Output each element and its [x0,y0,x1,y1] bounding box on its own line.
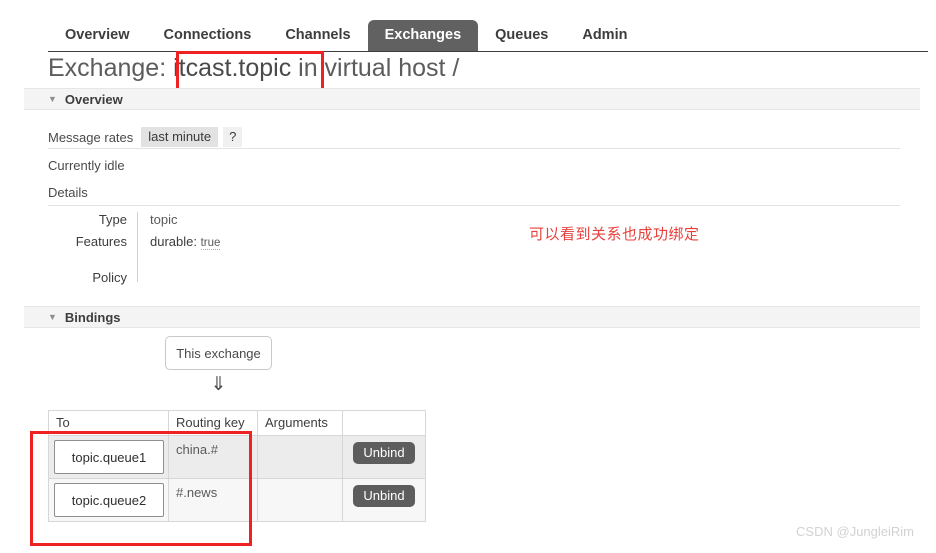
queue-link-topic-queue2[interactable]: topic.queue2 [54,483,164,517]
tab-admin[interactable]: Admin [565,20,644,51]
binding-routing-key-cell: china.# [168,435,258,479]
binding-routing-key-cell: #.news [168,478,258,522]
tab-queues[interactable]: Queues [478,20,565,51]
tab-exchanges[interactable]: Exchanges [367,20,479,51]
page-title: Exchange: itcast.topic in virtual host / [48,52,459,84]
column-header-routing-key: Routing key [168,410,258,436]
feature-value-durable: true [200,237,221,250]
tab-list: Overview Connections Channels Exchanges … [48,20,644,51]
rate-period-selector[interactable]: last minute [141,127,219,147]
message-rates-divider [48,148,900,149]
section-header-overview[interactable]: ▼ Overview [24,88,920,110]
binding-to-cell: topic.queue1 [48,435,169,479]
binding-to-cell: topic.queue2 [48,478,169,522]
routing-key-value: #.news [176,485,218,500]
double-down-arrow-icon: ⇓ [210,374,227,395]
table-row: topic.queue1 china.# Unbind [48,435,426,479]
details-divider [48,205,900,206]
section-header-overview-label: Overview [64,91,123,107]
details-row-policy: Policy [48,256,348,285]
page-title-prefix: Exchange: [48,54,167,82]
table-row: topic.queue2 #.news Unbind [48,478,426,522]
queue-link-topic-queue1[interactable]: topic.queue1 [54,440,164,474]
binding-action-cell: Unbind [342,435,426,479]
feature-name-durable: durable: [150,234,197,249]
unbind-button[interactable]: Unbind [353,485,415,507]
details-key-type: Type [98,212,127,227]
exchange-name: itcast.topic [173,54,292,82]
message-rates-row: Message rates last minute ? [48,127,243,147]
column-header-arguments: Arguments [257,410,343,436]
this-exchange-node[interactable]: This exchange [165,336,272,370]
section-header-bindings-label: Bindings [64,309,121,325]
section-header-bindings[interactable]: ▼ Bindings [24,306,920,328]
details-label: Details [48,185,88,200]
chevron-down-icon: ▼ [48,311,57,322]
message-rates-label: Message rates [48,129,134,145]
help-icon[interactable]: ? [223,127,243,147]
bindings-table-header-row: To Routing key Arguments [48,410,426,436]
main-navigation-bar: Overview Connections Channels Exchanges … [0,0,936,52]
tab-channels[interactable]: Channels [268,20,367,51]
routing-key-value: china.# [176,442,218,457]
details-key-features: Features [75,234,127,249]
column-header-actions [342,410,426,436]
tab-connections[interactable]: Connections [147,20,269,51]
details-value-policy [137,256,348,282]
details-key-policy: Policy [92,270,127,285]
details-row-features: Features durable: true [48,234,348,256]
column-header-to: To [48,410,169,436]
annotation-note-text: 可以看到关系也成功绑定 [529,225,700,243]
details-value-features: durable: true [137,234,348,256]
tab-overview[interactable]: Overview [48,20,147,51]
binding-arguments-cell [257,478,343,522]
page-title-suffix: in virtual host / [298,54,460,82]
binding-arguments-cell [257,435,343,479]
details-value-type: topic [137,212,348,234]
details-list: Type topic Features durable: true Policy [48,212,348,285]
binding-action-cell: Unbind [342,478,426,522]
details-row-type: Type topic [48,212,348,234]
watermark-text: CSDN @JungleiRim [796,524,914,539]
idle-status-text: Currently idle [48,158,125,173]
bindings-table: To Routing key Arguments topic.queue1 ch… [48,410,426,522]
chevron-down-icon: ▼ [48,93,57,104]
unbind-button[interactable]: Unbind [353,442,415,464]
